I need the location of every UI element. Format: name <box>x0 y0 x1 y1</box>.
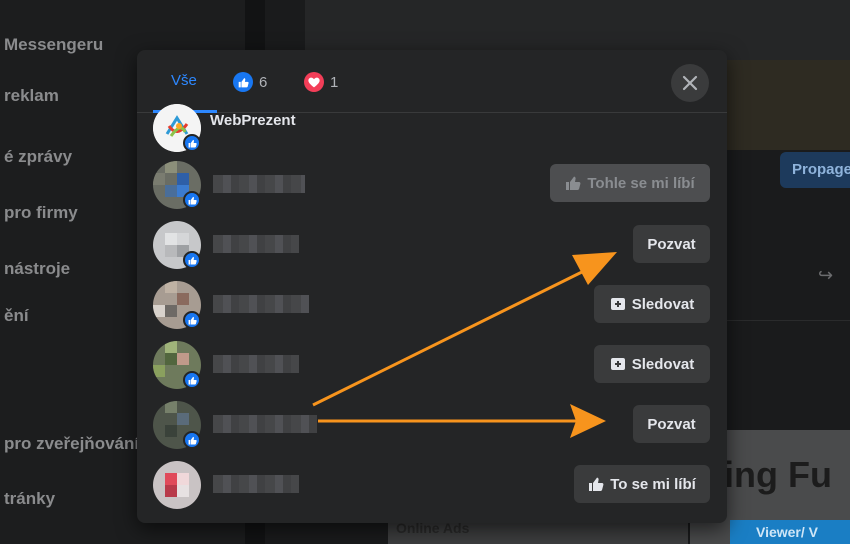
sidebar-item[interactable]: Messengeru <box>4 35 103 55</box>
list-item: Sledovat <box>137 281 727 341</box>
follow-label: Sledovat <box>631 295 695 313</box>
blurred-name <box>213 415 317 433</box>
like-page-button[interactable]: To se mi líbí <box>574 465 710 503</box>
like-badge-icon <box>183 134 201 152</box>
like-page-label: To se mi líbí <box>610 475 696 493</box>
like-badge-icon <box>183 191 201 209</box>
sidebar-item[interactable]: pro zveřejňování <box>4 434 139 454</box>
blurred-name <box>213 355 299 373</box>
like-badge-icon <box>183 371 201 389</box>
follow-button[interactable]: Sledovat <box>594 345 710 383</box>
online-ads-text: Online Ads <box>388 520 688 544</box>
background-cover-photo <box>720 60 850 150</box>
invite-button[interactable]: Pozvat <box>633 225 710 263</box>
invite-button[interactable]: Pozvat <box>633 405 710 443</box>
list-item: Tohle se mi líbí <box>137 161 727 221</box>
ad-strip: Viewer/ V <box>730 520 850 544</box>
list-item: Pozvat <box>137 401 727 461</box>
love-reaction-icon <box>304 72 324 92</box>
follow-icon <box>610 298 625 310</box>
like-page-label: Tohle se mi líbí <box>587 174 695 192</box>
like-badge-icon <box>183 251 201 269</box>
sidebar-item[interactable]: nástroje <box>4 259 70 279</box>
blurred-name <box>213 235 299 253</box>
person-name[interactable]: WebPrezent <box>210 112 296 129</box>
avatar[interactable] <box>153 461 201 509</box>
list-item: To se mi líbí <box>137 461 727 521</box>
sidebar-item[interactable]: pro firmy <box>4 203 78 223</box>
blurred-name <box>213 475 299 493</box>
like-reaction-icon <box>233 72 253 92</box>
ad-headline: ing Fu <box>724 454 832 495</box>
sidebar-item[interactable]: é zprávy <box>4 147 72 167</box>
like-badge-icon <box>183 311 201 329</box>
thumbs-up-icon <box>589 477 604 491</box>
blurred-name <box>213 295 309 313</box>
tab-all-label: Vše <box>171 72 197 89</box>
follow-button[interactable]: Sledovat <box>594 285 710 323</box>
like-badge-icon <box>183 431 201 449</box>
sidebar-item[interactable]: ění <box>4 306 29 326</box>
list-item: Pozvat <box>137 221 727 281</box>
list-item: Sledovat <box>137 341 727 401</box>
promote-button[interactable]: Propagе <box>780 152 850 188</box>
sidebar-item[interactable]: tránky <box>4 489 55 509</box>
like-count: 6 <box>259 73 268 91</box>
follow-label: Sledovat <box>631 355 695 373</box>
invite-label: Pozvat <box>647 235 696 253</box>
close-icon <box>682 75 698 91</box>
thumbs-up-icon <box>566 176 581 190</box>
reactions-dialog: Vše 6 1 WebPrezent Tohle se mi líbí Pozv… <box>137 50 727 523</box>
blurred-name <box>213 175 305 193</box>
list-item: WebPrezent <box>137 104 727 164</box>
tab-like[interactable]: 6 <box>233 72 267 92</box>
tab-all[interactable]: Vše <box>171 72 197 89</box>
share-icon[interactable]: ↪ <box>818 265 833 286</box>
follow-icon <box>610 358 625 370</box>
love-count: 1 <box>330 73 339 91</box>
sidebar-item[interactable]: reklam <box>4 86 59 106</box>
close-button[interactable] <box>671 64 709 102</box>
invite-label: Pozvat <box>647 415 696 433</box>
tab-love[interactable]: 1 <box>304 72 338 92</box>
like-page-button[interactable]: Tohle se mi líbí <box>550 164 710 202</box>
